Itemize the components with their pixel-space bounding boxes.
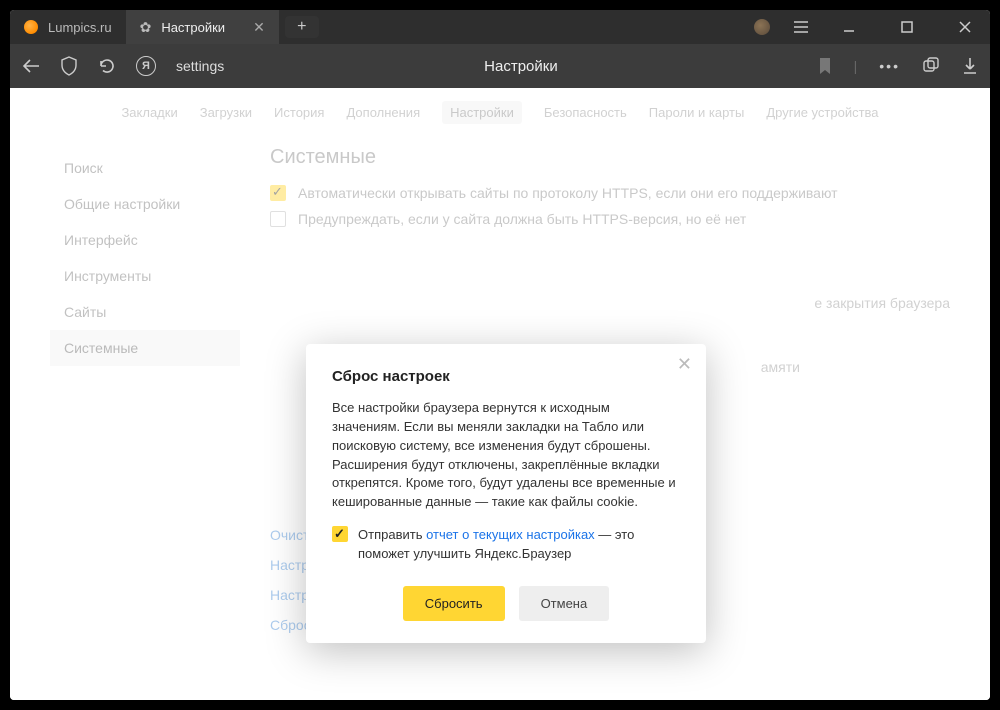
separator: | [854,58,858,74]
modal-body-text: Все настройки браузера вернутся к исходн… [332,399,680,512]
gear-icon: ✿ [140,19,152,36]
report-link[interactable]: отчет о текущих настройках [426,527,595,542]
modal-close-button[interactable]: ✕ [677,354,692,375]
tab-label: Настройки [161,20,225,35]
download-icon[interactable] [962,57,978,75]
more-icon[interactable]: ••• [879,58,900,74]
tab-lumpics[interactable]: Lumpics.ru [10,10,126,44]
modal-title: Сброс настроек [332,368,680,385]
url-text[interactable]: settings [176,58,224,74]
page-title: Настройки [244,58,797,75]
extensions-icon[interactable] [922,57,940,75]
close-tab-icon[interactable]: ✕ [253,19,265,36]
browser-window: Lumpics.ru ✿ Настройки ✕ + [10,10,990,700]
maximize-button[interactable] [890,10,924,44]
send-report-checkbox-row[interactable]: Отправить отчет о текущих настройках — э… [332,526,680,564]
content-area: Закладки Загрузки История Дополнения Нас… [10,88,990,700]
favicon-lumpics-icon [24,20,38,34]
reload-icon[interactable] [98,57,116,75]
protect-icon[interactable] [60,56,78,76]
bookmark-icon[interactable] [818,57,832,75]
minimize-button[interactable] [832,10,866,44]
address-bar: Я settings Настройки | ••• [10,44,990,88]
extension-icon[interactable] [754,19,770,35]
tab-label: Lumpics.ru [48,20,112,35]
menu-icon[interactable] [794,21,808,33]
cancel-button[interactable]: Отмена [519,586,610,621]
reset-settings-modal: ✕ Сброс настроек Все настройки браузера … [306,344,706,643]
checkbox-label: Отправить отчет о текущих настройках — э… [358,526,680,564]
reset-button[interactable]: Сбросить [403,586,505,621]
titlebar: Lumpics.ru ✿ Настройки ✕ + [10,10,990,44]
back-icon[interactable] [22,59,40,73]
new-tab-button[interactable]: + [285,16,319,38]
yandex-icon[interactable]: Я [136,56,156,76]
tab-settings[interactable]: ✿ Настройки ✕ [126,10,279,44]
close-window-button[interactable] [948,10,982,44]
checkbox-icon[interactable] [332,526,348,542]
